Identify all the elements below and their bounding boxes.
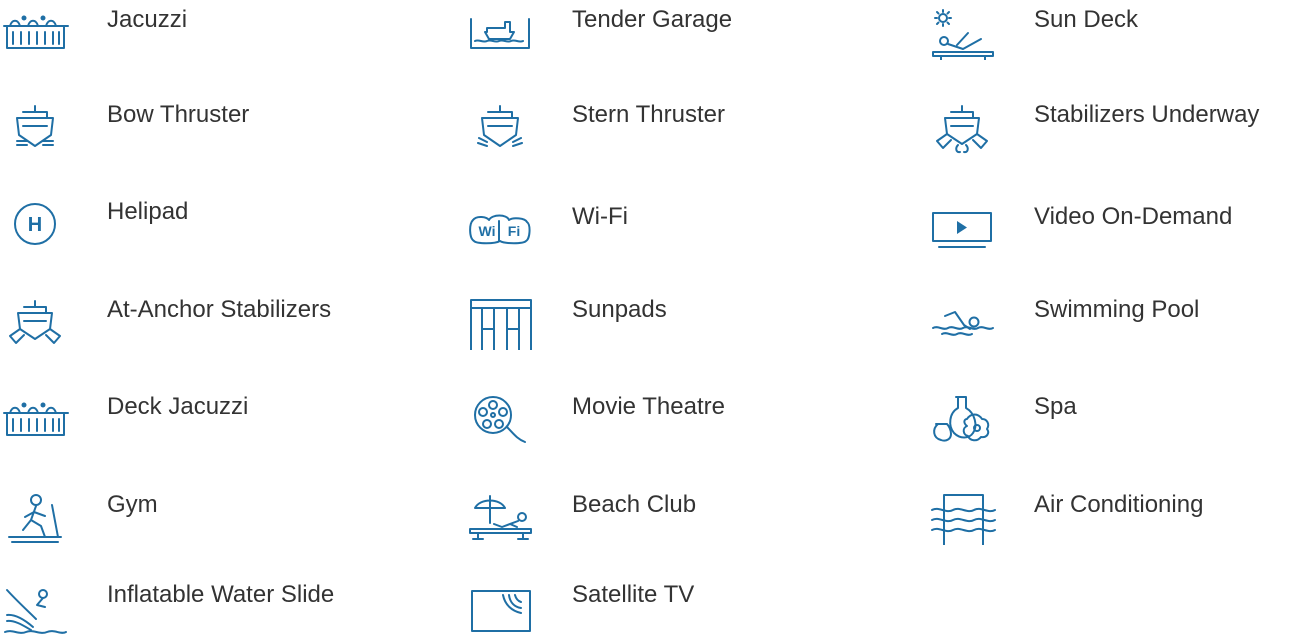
amenity-item: Satellite TV <box>465 575 895 635</box>
amenity-item: Air Conditioning <box>927 485 1302 545</box>
movie-reel-icon <box>465 395 535 447</box>
amenity-label: Satellite TV <box>572 581 695 608</box>
amenity-label: Gym <box>107 491 158 518</box>
amenity-label: Deck Jacuzzi <box>107 393 249 420</box>
amenity-label: Spa <box>1034 393 1077 420</box>
amenity-label: Jacuzzi <box>107 6 188 33</box>
amenity-item: Wi Fi Wi-Fi <box>465 197 895 257</box>
amenity-label: Helipad <box>107 198 189 225</box>
video-on-demand-icon <box>927 205 997 257</box>
air-conditioning-icon <box>927 493 997 545</box>
amenity-item: Movie Theatre <box>465 387 895 447</box>
deck-jacuzzi-icon <box>0 395 70 447</box>
amenity-label: Stern Thruster <box>572 101 725 128</box>
amenity-item: Stern Thruster <box>465 95 895 155</box>
svg-text:Fi: Fi <box>508 223 520 239</box>
amenity-label: Video On-Demand <box>1034 203 1233 230</box>
helipad-icon: H <box>0 200 70 252</box>
water-slide-icon <box>0 583 70 635</box>
amenity-item: Bow Thruster <box>0 95 430 155</box>
sunpads-icon <box>465 298 535 350</box>
amenity-label: At-Anchor Stabilizers <box>107 296 332 323</box>
amenity-label: Inflatable Water Slide <box>107 581 335 608</box>
amenity-label: Tender Garage <box>572 6 733 33</box>
amenity-label: Wi-Fi <box>572 203 628 230</box>
amenity-item: Stabilizers Underway <box>927 95 1302 155</box>
stern-thruster-icon <box>465 103 535 155</box>
amenity-item: Sunpads <box>465 290 895 350</box>
sun-deck-icon <box>927 8 997 60</box>
amenity-item: Sun Deck <box>927 0 1302 60</box>
svg-text:H: H <box>28 214 42 236</box>
amenity-label: Stabilizers Underway <box>1034 101 1260 128</box>
beach-club-icon <box>465 493 535 545</box>
gym-icon <box>0 493 70 545</box>
svg-text:Wi: Wi <box>479 223 496 239</box>
bow-thruster-icon <box>0 103 70 155</box>
amenity-item: Inflatable Water Slide <box>0 575 430 635</box>
tender-garage-icon <box>465 8 535 60</box>
amenity-label: Beach Club <box>572 491 697 518</box>
amenity-item: Swimming Pool <box>927 290 1302 350</box>
amenity-item: Jacuzzi <box>0 0 430 60</box>
amenity-label: Sunpads <box>572 296 667 323</box>
at-anchor-stabilizers-icon <box>0 298 70 350</box>
amenity-item: Gym <box>0 485 430 545</box>
amenity-item: At-Anchor Stabilizers <box>0 290 430 350</box>
amenity-item: Tender Garage <box>465 0 895 60</box>
wifi-icon: Wi Fi <box>465 205 535 257</box>
amenity-label: Air Conditioning <box>1034 491 1204 518</box>
jacuzzi-icon <box>0 8 70 60</box>
amenity-label: Bow Thruster <box>107 101 250 128</box>
amenity-item: Deck Jacuzzi <box>0 387 430 447</box>
amenity-label: Movie Theatre <box>572 393 725 420</box>
spa-icon <box>927 395 997 447</box>
amenity-item: Beach Club <box>465 485 895 545</box>
amenity-item: Spa <box>927 387 1302 447</box>
satellite-tv-icon <box>465 583 535 635</box>
amenity-item: Video On-Demand <box>927 197 1302 257</box>
amenities-grid: Jacuzzi Bow Thruster H Helipad At-Anchor… <box>0 0 1302 637</box>
amenity-label: Swimming Pool <box>1034 296 1200 323</box>
stabilizers-underway-icon <box>927 103 997 155</box>
swimming-pool-icon <box>927 298 997 350</box>
amenity-label: Sun Deck <box>1034 6 1139 33</box>
amenity-item: H Helipad <box>0 192 430 252</box>
